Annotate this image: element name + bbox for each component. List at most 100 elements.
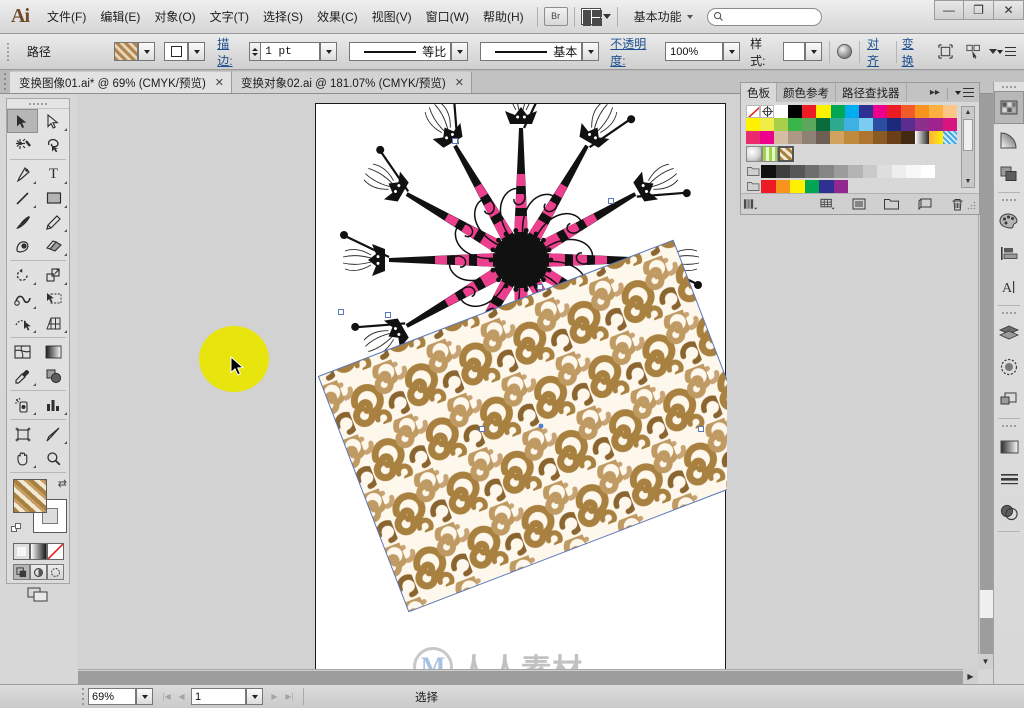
column-graph-tool[interactable] — [38, 393, 69, 417]
artboard-number-control[interactable]: 1 — [191, 688, 263, 705]
select-similar-icon[interactable] — [963, 42, 985, 62]
layers-dock-icon[interactable] — [994, 317, 1024, 350]
swatch-gray-3[interactable] — [790, 164, 805, 178]
swatch-libraries-icon[interactable] — [741, 194, 760, 214]
document-tab-2[interactable]: 变换对象02.ai @ 181.07% (CMYK/预览) ✕ — [232, 71, 472, 93]
eyedropper-tool[interactable] — [7, 364, 38, 388]
direct-selection-tool[interactable] — [38, 109, 69, 133]
style-dropdown[interactable] — [805, 42, 823, 61]
swatch-white[interactable] — [774, 105, 789, 118]
swatch-red2[interactable] — [886, 105, 901, 118]
tab-pathfinder[interactable]: 路径查找器 — [836, 83, 907, 102]
swatch-green[interactable] — [830, 105, 845, 118]
stroke-dock-icon[interactable] — [994, 463, 1024, 496]
draw-behind-button[interactable] — [30, 564, 47, 580]
line-segment-tool[interactable] — [7, 186, 38, 210]
swatch-brown4[interactable] — [872, 131, 887, 144]
pencil-tool[interactable] — [38, 210, 69, 234]
swatch-green3[interactable] — [802, 118, 817, 131]
swatch-pattern-blue[interactable] — [942, 131, 957, 144]
swatch-gray-7[interactable] — [848, 164, 863, 178]
panel-resize-grip[interactable] — [967, 199, 976, 210]
swatch-brown1[interactable] — [816, 131, 831, 144]
swatch-blue[interactable] — [858, 105, 873, 118]
isolate-icon[interactable] — [934, 42, 956, 62]
folder-icon[interactable] — [746, 180, 761, 192]
swatch-red[interactable] — [802, 105, 817, 118]
gradient2-dock-icon[interactable] — [994, 430, 1024, 463]
control-panel-menu[interactable] — [997, 47, 1016, 56]
blend-tool[interactable] — [38, 364, 69, 388]
rectangle-tool[interactable] — [38, 186, 69, 210]
swatch-bright-orange[interactable] — [775, 179, 790, 193]
search-input[interactable] — [706, 7, 822, 26]
artboard[interactable] — [315, 103, 727, 677]
status-bar-gripper[interactable] — [78, 685, 88, 708]
close-icon[interactable]: ✕ — [215, 76, 224, 89]
swatch-gray-4[interactable] — [804, 164, 819, 178]
pattern-swatch-selected[interactable] — [778, 146, 794, 162]
character-dock-icon[interactable]: A — [994, 270, 1024, 303]
align-link[interactable]: 对齐 — [867, 35, 891, 69]
swatch-violet[interactable] — [928, 118, 943, 131]
scroll-up-button[interactable]: ▲ — [962, 107, 974, 118]
appearance-dock-icon[interactable] — [994, 350, 1024, 383]
swatch-yellow[interactable] — [816, 105, 831, 118]
delete-swatch-icon[interactable] — [948, 194, 967, 214]
swatch-gray-10[interactable] — [891, 164, 906, 178]
horizontal-scroll-thumb[interactable] — [78, 671, 978, 684]
transform-link[interactable]: 变换 — [902, 35, 926, 69]
swatch-orange[interactable] — [914, 105, 929, 118]
slice-tool[interactable] — [38, 422, 69, 446]
swatch-gradient-bw[interactable] — [914, 131, 929, 144]
dock-gripper-4[interactable] — [994, 421, 1024, 430]
swatch-gray-12[interactable] — [920, 164, 935, 178]
zoom-level-input[interactable]: 69% — [88, 688, 136, 705]
zoom-tool[interactable] — [38, 446, 69, 470]
opacity-control[interactable]: 100% — [665, 42, 741, 61]
swatch-bright-green[interactable] — [804, 179, 819, 193]
perspective-grid-tool[interactable] — [38, 311, 69, 335]
shape-builder-tool[interactable] — [7, 311, 38, 335]
fill-swatch-control[interactable] — [114, 42, 156, 61]
artboard-number-dropdown[interactable] — [246, 688, 263, 705]
arrange-documents-button[interactable] — [580, 8, 611, 26]
stroke-weight-link[interactable]: 描边: — [217, 35, 244, 69]
tools-panel-gripper[interactable] — [7, 99, 69, 109]
swatch-purple[interactable] — [900, 118, 915, 131]
stroke-swatch-control[interactable] — [164, 42, 206, 61]
swatch-gray-2[interactable] — [775, 164, 790, 178]
swatch-bright-red[interactable] — [761, 179, 776, 193]
opacity-link[interactable]: 不透明度: — [610, 35, 661, 69]
width-tool[interactable] — [7, 287, 38, 311]
color-mode-button[interactable] — [13, 543, 30, 560]
dock-gripper-3[interactable] — [994, 308, 1024, 317]
swatch-yellow3[interactable] — [760, 118, 775, 131]
default-fill-stroke-icon[interactable] — [11, 523, 23, 535]
swatch-lightblue[interactable] — [858, 118, 873, 131]
swatch-options-icon[interactable] — [849, 194, 868, 214]
swatch-pink2[interactable] — [760, 131, 775, 144]
scroll-right-button[interactable]: ▶ — [963, 669, 978, 684]
horizontal-scrollbar[interactable] — [78, 669, 978, 684]
stroke-weight-stepper[interactable] — [249, 42, 261, 61]
folder-icon[interactable] — [746, 165, 761, 177]
hand-tool[interactable] — [7, 446, 38, 470]
stroke-weight-input[interactable]: 1 pt — [260, 42, 321, 61]
new-color-group-icon[interactable] — [882, 194, 901, 214]
pen-tool[interactable] — [7, 162, 38, 186]
swatch-limegreen[interactable] — [774, 118, 789, 131]
swatch-bright-blue[interactable] — [819, 179, 834, 193]
pattern-swatch-dots[interactable] — [746, 146, 762, 162]
close-icon[interactable]: ✕ — [455, 76, 464, 89]
swatch-magenta2[interactable] — [942, 118, 957, 131]
swatch-teal[interactable] — [830, 118, 845, 131]
collapse-panel-icon[interactable]: ▸▸ — [930, 87, 940, 98]
swatch-green2[interactable] — [788, 118, 803, 131]
none-mode-button[interactable] — [47, 543, 64, 560]
swatch-magenta[interactable] — [872, 105, 887, 118]
transparency-dock-icon[interactable] — [994, 157, 1024, 190]
brush-definition-dropdown[interactable] — [582, 42, 600, 61]
brush-definition-control[interactable]: 基本 — [480, 42, 600, 61]
menu-select[interactable]: 选择(S) — [256, 6, 310, 28]
